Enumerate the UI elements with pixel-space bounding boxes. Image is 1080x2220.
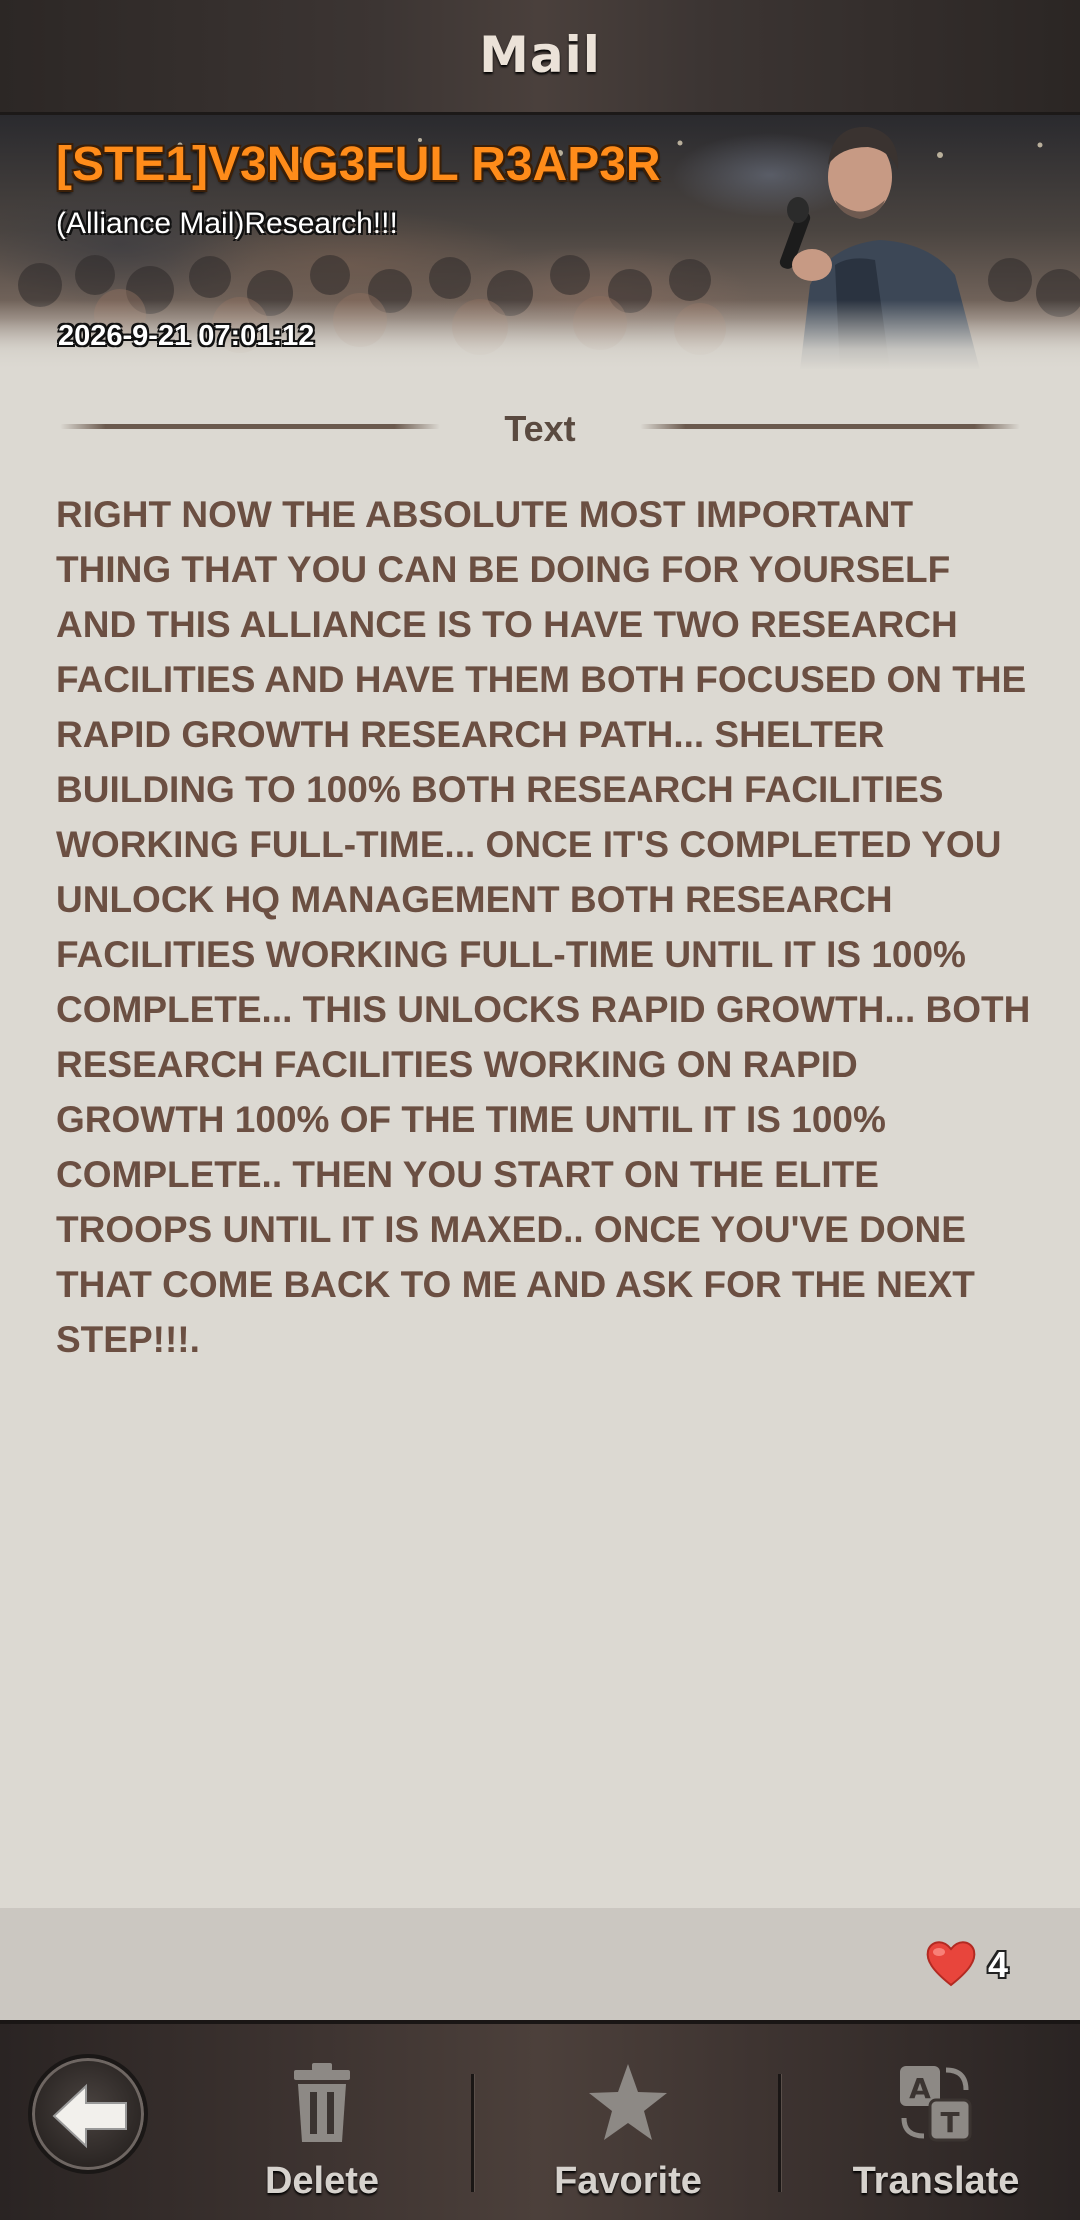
star-icon [589,2064,667,2140]
mail-header-banner: [STE1]V3NG3FUL R3AP3R (Alliance Mail)Res… [0,115,1080,370]
divider-line-right [640,424,1020,429]
back-button[interactable] [28,2054,148,2174]
delete-label: Delete [264,2160,380,2202]
favorite-button[interactable]: Favorite [518,2062,738,2212]
translate-icon: A T [900,2066,972,2142]
like-bar: 4 [0,1908,1080,2020]
toolbar-separator [778,2074,781,2192]
page-title: Mail [479,26,601,84]
back-arrow-icon [52,2083,127,2149]
favorite-label: Favorite [554,2160,702,2202]
like-count: 4 [988,1944,1009,1985]
section-label: Text [504,408,576,449]
section-divider: Text [60,408,1020,452]
translate-label: Translate [852,2160,1020,2202]
mail-screen: Mail [STE1]V3NG3FUL R3AP3R (Alliance Mai… [0,0,1080,2220]
mail-timestamp: 2026-9-21 07:01:12 [58,320,315,352]
svg-text:T: T [940,2106,959,2139]
heart-icon[interactable] [924,1938,978,1988]
bottom-toolbar: Delete Favorite A T Translate [0,2020,1080,2220]
sender-name: [STE1]V3NG3FUL R3AP3R [56,138,661,191]
title-bar: Mail [0,0,1080,115]
svg-text:A: A [909,2072,931,2105]
mail-body: RIGHT NOW THE ABSOLUTE MOST IMPORTANT TH… [56,494,1031,1360]
translate-button[interactable]: A T Translate [826,2062,1046,2212]
toolbar-separator [471,2074,474,2192]
trash-icon [294,2063,350,2142]
delete-button[interactable]: Delete [212,2062,432,2212]
mail-subject: (Alliance Mail)Research!!! [56,207,398,240]
